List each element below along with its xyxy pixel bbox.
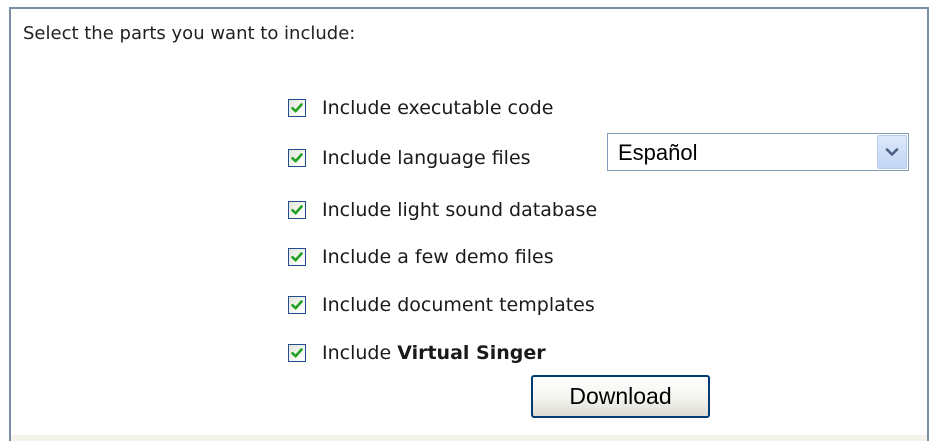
download-button[interactable]: Download <box>531 375 710 418</box>
check-icon <box>291 300 303 310</box>
chevron-down-icon <box>885 148 899 156</box>
panel-bottom-band <box>11 435 927 441</box>
language-select-value: Español <box>618 140 698 165</box>
option-light-sound-database[interactable]: Include light sound database <box>288 198 597 222</box>
options-panel: Select the parts you want to include: <box>9 7 929 441</box>
checkbox-virtual-singer[interactable] <box>288 344 306 362</box>
checkbox-document-templates[interactable] <box>288 296 306 314</box>
check-icon <box>291 205 303 215</box>
check-icon <box>291 348 303 358</box>
checkbox-demo-files[interactable] <box>288 248 306 266</box>
panel-heading: Select the parts you want to include: <box>23 23 356 44</box>
option-virtual-singer[interactable]: Include Virtual Singer <box>288 341 546 365</box>
option-label-prefix: Include <box>322 342 398 364</box>
option-label-virtual-singer: Include Virtual Singer <box>322 341 546 365</box>
checkbox-light-sound-database[interactable] <box>288 201 306 219</box>
checkbox-language-files[interactable] <box>288 149 306 167</box>
option-label-language-files: Include language files <box>322 147 531 169</box>
option-label-light-sound-database: Include light sound database <box>322 199 598 221</box>
check-icon <box>291 103 303 113</box>
option-label-demo-files: Include a few demo files <box>322 246 554 268</box>
option-document-templates[interactable]: Include document templates <box>288 293 595 317</box>
option-language-files[interactable]: Include language files <box>288 146 531 170</box>
option-label-executable-code: Include executable code <box>322 97 554 119</box>
option-label-bold: Virtual Singer <box>397 342 546 364</box>
select-dropdown-button[interactable] <box>877 135 907 169</box>
check-icon <box>291 153 303 163</box>
option-executable-code[interactable]: Include executable code <box>288 96 553 120</box>
option-demo-files[interactable]: Include a few demo files <box>288 245 554 269</box>
checkbox-executable-code[interactable] <box>288 99 306 117</box>
option-label-document-templates: Include document templates <box>322 294 595 316</box>
check-icon <box>291 252 303 262</box>
language-select[interactable]: Español <box>607 133 909 171</box>
